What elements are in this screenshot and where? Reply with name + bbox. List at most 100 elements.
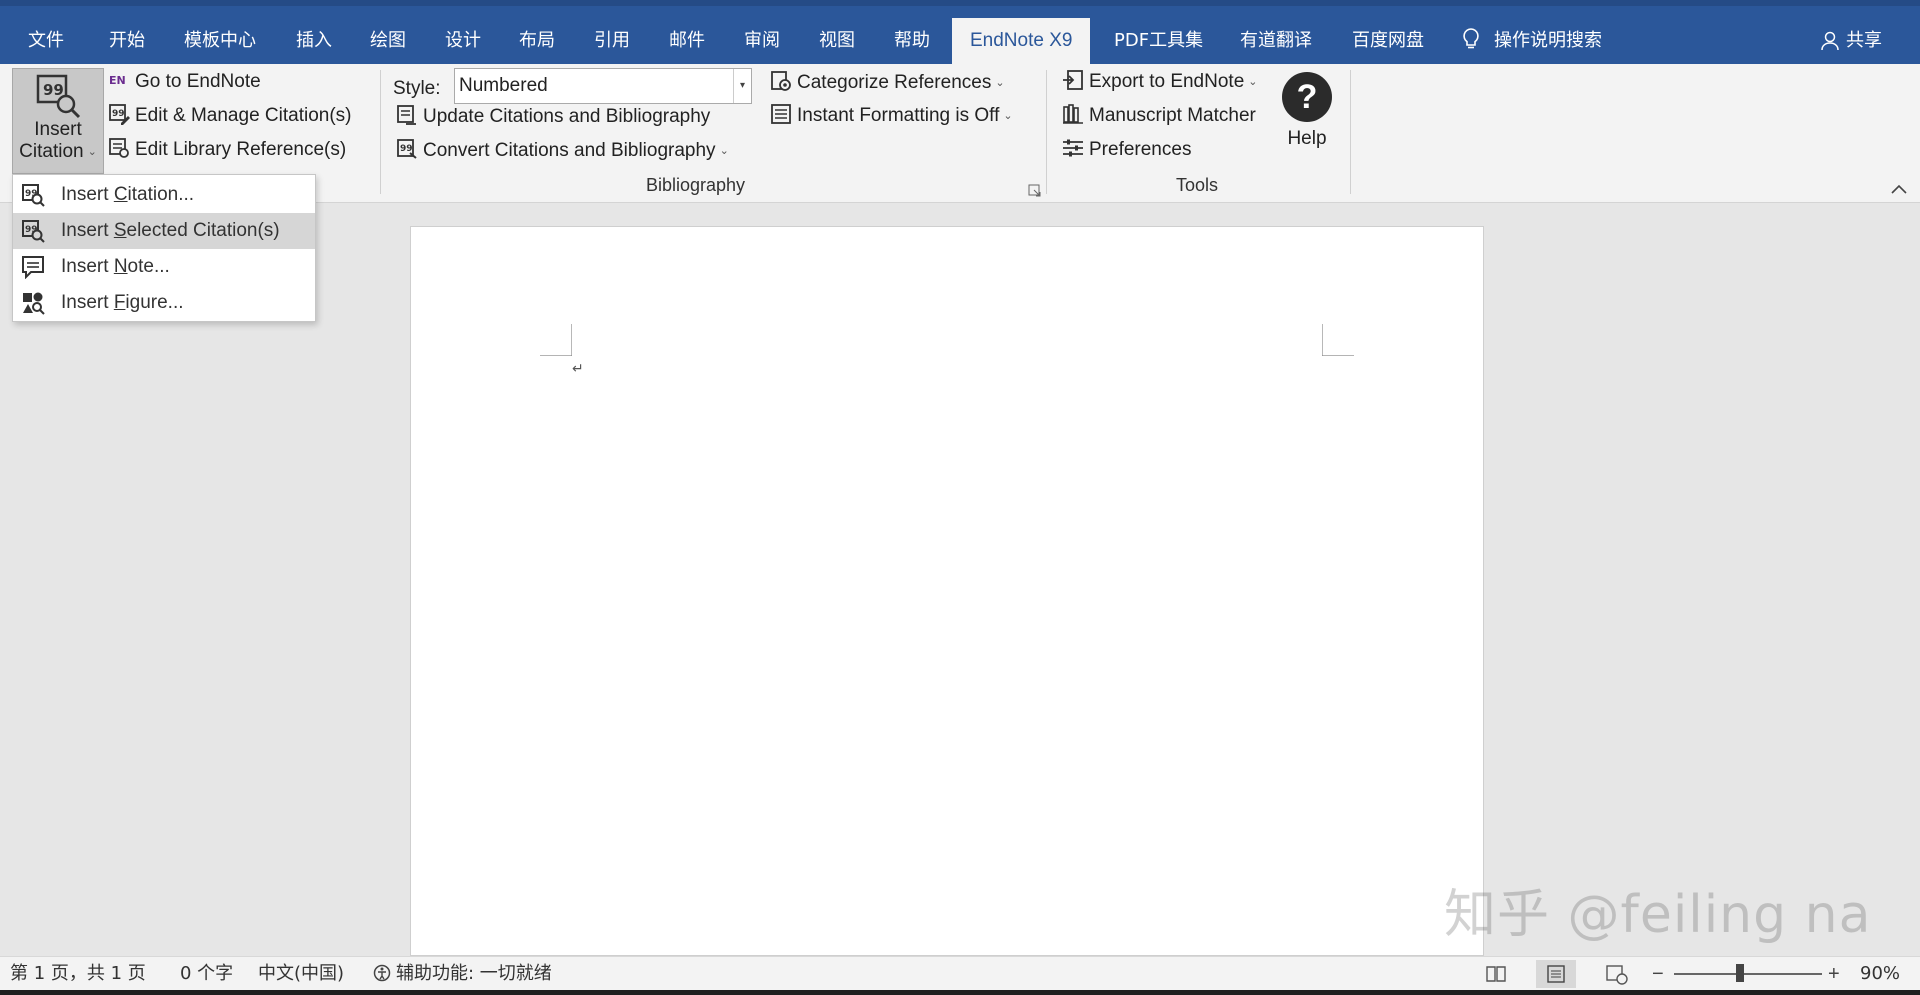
export-to-endnote-button[interactable]: Export to EndNote ⌄: [1062, 67, 1257, 97]
lightbulb-icon: [1462, 22, 1480, 49]
collapse-ribbon-icon[interactable]: [1890, 182, 1908, 196]
watermark: 知乎 @feiling na: [1444, 885, 1872, 945]
crop-mark-right: [1322, 324, 1354, 356]
tab-insert[interactable]: 插入: [292, 18, 336, 64]
group-separator: [1350, 70, 1351, 194]
share-button[interactable]: 共享: [1820, 18, 1882, 64]
insert-citation-label-1: Insert: [34, 119, 82, 140]
tab-templates[interactable]: 模板中心: [180, 18, 260, 64]
read-mode-icon: [1486, 966, 1506, 982]
group-separator: [380, 70, 381, 194]
update-citations-button[interactable]: Update Citations and Bibliography: [396, 102, 710, 132]
svg-text:99: 99: [112, 109, 125, 119]
menu-insert-figure[interactable]: Insert Figure...: [13, 285, 315, 321]
ribbon-tab-bar: 文件 开始 模板中心 插入 绘图 设计 布局 引用 邮件 审阅 视图 帮助 En…: [0, 0, 1920, 64]
update-icon: [397, 105, 416, 125]
convert-citations-button[interactable]: 99 Convert Citations and Bibliography ⌄: [396, 136, 729, 166]
edit-manage-citations-button[interactable]: 99 Edit & Manage Citation(s): [108, 101, 352, 131]
endnote-en-icon: EN: [109, 74, 126, 87]
help-button[interactable]: ? Help: [1278, 68, 1336, 164]
tab-review[interactable]: 审阅: [740, 18, 784, 64]
manuscript-icon: [1063, 104, 1083, 124]
tab-youdao[interactable]: 有道翻译: [1236, 18, 1316, 64]
insert-figure-icon: [23, 292, 45, 315]
paragraph-mark: ↵: [572, 360, 584, 376]
accessibility-status[interactable]: 辅助功能: 一切就绪: [372, 957, 552, 991]
share-label: 共享: [1846, 30, 1882, 51]
tab-draw[interactable]: 绘图: [366, 18, 410, 64]
language-indicator[interactable]: 中文(中国): [258, 957, 344, 991]
tab-file[interactable]: 文件: [24, 18, 68, 64]
status-bar: 第 1 页，共 1 页 0 个字 中文(中国) 辅助功能: 一切就绪 − + 9…: [0, 956, 1920, 990]
tab-baidu[interactable]: 百度网盘: [1348, 18, 1428, 64]
manuscript-matcher-button[interactable]: Manuscript Matcher: [1062, 101, 1256, 131]
insert-citation-button[interactable]: 99 Insert Citation ⌄: [12, 68, 104, 174]
categorize-icon: [771, 71, 791, 91]
help-label: Help: [1287, 128, 1327, 149]
chevron-down-icon: ⌄: [719, 145, 729, 157]
zoom-slider-track[interactable]: [1674, 973, 1822, 975]
bibliography-group-label: Bibliography: [646, 175, 746, 195]
tab-layout[interactable]: 布局: [515, 18, 559, 64]
page-count[interactable]: 第 1 页，共 1 页: [10, 957, 146, 991]
zoom-out-button[interactable]: −: [1652, 957, 1664, 991]
accessibility-icon: [373, 964, 391, 982]
zoom-in-button[interactable]: +: [1828, 957, 1840, 991]
insert-citation-menu: 99 Insert Citation... 99 Insert Selected…: [12, 174, 316, 322]
tools-group-label: Tools: [1176, 175, 1219, 195]
dialog-launcher-icon[interactable]: [1028, 184, 1042, 198]
tab-view[interactable]: 视图: [815, 18, 859, 64]
chevron-down-icon[interactable]: ▾: [733, 69, 751, 103]
edit-citation-icon: 99: [109, 104, 130, 125]
window-title-strip: [0, 0, 1920, 6]
chevron-down-icon: ⌄: [1003, 110, 1013, 122]
tell-me-label: 操作说明搜索: [1494, 30, 1602, 51]
insert-citation-icon: 99: [36, 74, 81, 119]
tell-me-search[interactable]: 操作说明搜索: [1462, 18, 1602, 64]
svg-text:EN: EN: [109, 74, 126, 87]
chevron-down-icon: ⌄: [87, 146, 97, 158]
menu-insert-selected-citations[interactable]: 99 Insert Selected Citation(s): [13, 213, 315, 249]
read-mode-button[interactable]: [1476, 960, 1516, 988]
tab-design[interactable]: 设计: [441, 18, 485, 64]
print-layout-icon: [1547, 965, 1565, 983]
insert-citation-label-2: Citation ⌄: [19, 141, 97, 162]
instant-format-icon: [771, 104, 791, 124]
preferences-button[interactable]: Preferences: [1062, 135, 1191, 165]
taskbar-edge: [0, 990, 1920, 995]
web-layout-button[interactable]: [1596, 960, 1636, 988]
chevron-down-icon: ⌄: [995, 77, 1005, 89]
instant-formatting-button[interactable]: Instant Formatting is Off ⌄: [770, 101, 1013, 131]
chevron-down-icon: ⌄: [1248, 76, 1258, 88]
help-icon: ?: [1282, 72, 1332, 122]
user-icon: [1821, 31, 1839, 51]
tab-home[interactable]: 开始: [105, 18, 149, 64]
menu-insert-citation[interactable]: 99 Insert Citation...: [13, 177, 315, 213]
tab-mailings[interactable]: 邮件: [665, 18, 709, 64]
insert-citation-icon: 99: [22, 184, 45, 207]
edit-library-reference-button[interactable]: Edit Library Reference(s): [108, 135, 346, 165]
categorize-references-button[interactable]: Categorize References ⌄: [770, 68, 1005, 98]
web-layout-icon: [1606, 965, 1628, 985]
insert-note-icon: [22, 256, 44, 279]
print-layout-button[interactable]: [1536, 960, 1576, 988]
style-value: Numbered: [459, 75, 548, 96]
svg-text:99: 99: [43, 81, 64, 99]
convert-icon: 99: [397, 139, 417, 159]
group-separator: [1046, 70, 1047, 194]
tab-help[interactable]: 帮助: [890, 18, 934, 64]
tab-endnote-x9[interactable]: EndNote X9: [952, 18, 1091, 64]
zoom-slider-thumb[interactable]: [1736, 964, 1744, 982]
crop-mark-left: [540, 324, 572, 356]
style-dropdown[interactable]: Numbered ▾: [454, 68, 752, 104]
zoom-level[interactable]: 90%: [1860, 957, 1900, 991]
export-icon: [1063, 70, 1083, 90]
tab-references[interactable]: 引用: [590, 18, 634, 64]
word-count[interactable]: 0 个字: [180, 957, 233, 991]
menu-insert-note[interactable]: Insert Note...: [13, 249, 315, 285]
insert-selected-citation-icon: 99: [22, 220, 45, 243]
style-label: Style:: [393, 78, 441, 99]
go-to-endnote-button[interactable]: EN Go to EndNote: [108, 67, 261, 97]
edit-library-icon: [109, 138, 129, 158]
tab-pdf-tools[interactable]: PDF工具集: [1110, 18, 1207, 64]
